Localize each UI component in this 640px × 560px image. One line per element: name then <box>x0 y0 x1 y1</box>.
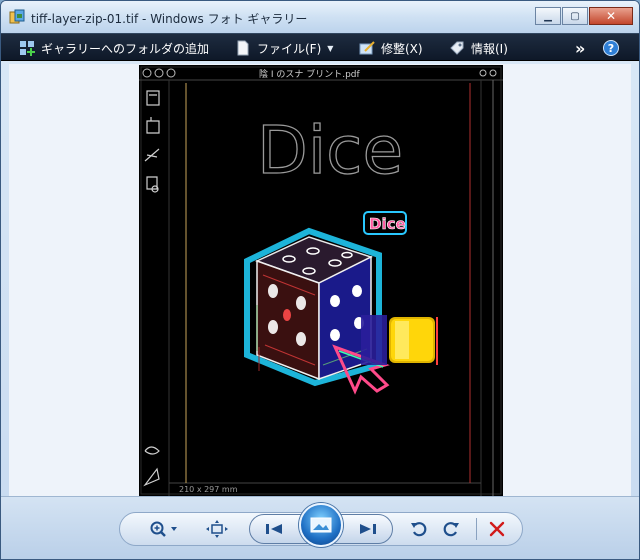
playback-control-bar <box>1 496 639 559</box>
fix-icon <box>359 41 375 55</box>
rotate-right-icon <box>443 522 459 537</box>
slideshow-button[interactable] <box>299 503 343 547</box>
minimize-button[interactable]: ▁ <box>535 7 561 25</box>
next-icon <box>360 524 376 534</box>
maximize-button[interactable]: ▢ <box>562 7 588 25</box>
rotate-left-icon <box>411 522 427 537</box>
zoom-button[interactable] <box>145 515 183 543</box>
delete-button[interactable] <box>483 515 511 543</box>
photo-content: 陰 Ⅰ のスナ ブリント.pdf Dice Dice 210 x 297 mm <box>139 66 503 496</box>
info-label: 情報(I) <box>471 41 508 56</box>
dice-illustration <box>244 227 438 395</box>
window-title: tiff-layer-zip-01.tif - Windows フォト ギャラリ… <box>31 12 308 26</box>
file-menu-button[interactable]: ファイル(F) ▼ <box>235 39 333 57</box>
next-button[interactable] <box>353 517 383 541</box>
zoom-icon <box>150 521 177 537</box>
add-folder-button[interactable]: ギャラリーへのフォルダの追加 <box>19 39 209 57</box>
minimize-icon: ▁ <box>544 10 552 22</box>
tag-icon <box>450 41 464 55</box>
help-button[interactable]: ? <box>603 39 619 57</box>
more-commands-button[interactable]: » <box>575 38 586 58</box>
svg-text:Dice: Dice <box>369 215 406 233</box>
left-tool-icons <box>143 90 160 487</box>
title-bar[interactable]: tiff-layer-zip-01.tif - Windows フォト ギャラリ… <box>1 1 639 33</box>
add-folder-icon <box>20 41 35 56</box>
chevron-down-icon: ▼ <box>327 43 334 53</box>
previous-icon <box>266 524 282 534</box>
close-window-button[interactable]: ✕ <box>589 7 633 25</box>
maximize-icon: ▢ <box>570 10 580 22</box>
delete-icon <box>489 521 505 537</box>
help-icon: ? <box>603 40 619 56</box>
photo-gallery-window: tiff-layer-zip-01.tif - Windows フォト ギャラリ… <box>0 0 640 560</box>
fix-label: 修整(X) <box>381 41 423 56</box>
previous-button[interactable] <box>259 517 289 541</box>
command-toolbar: ギャラリーへのフォルダの追加 ファイル(F) ▼ 修整(X) 情報(I) » ? <box>1 33 639 61</box>
info-button[interactable]: 情報(I) <box>449 39 508 57</box>
document-icon <box>237 40 249 56</box>
photo-gallery-app-icon <box>9 9 25 24</box>
photo-header-text: 陰 Ⅰ のスナ ブリント.pdf <box>259 68 361 80</box>
rotate-counterclockwise-button[interactable] <box>405 515 433 543</box>
toolbar-separator <box>476 518 477 540</box>
more-icon: » <box>575 38 586 58</box>
displayed-photo[interactable]: 陰 Ⅰ のスナ ブリント.pdf Dice Dice 210 x 297 mm <box>139 65 503 496</box>
dice-small-badge: Dice <box>363 211 407 235</box>
fit-window-icon <box>206 520 228 538</box>
add-folder-label: ギャラリーへのフォルダの追加 <box>41 41 210 56</box>
page-size-label: 210 x 297 mm <box>179 485 238 494</box>
rotate-clockwise-button[interactable] <box>437 515 465 543</box>
slideshow-icon <box>310 517 332 533</box>
dice-big-title: Dice <box>257 112 403 189</box>
close-icon: ✕ <box>605 9 617 23</box>
fix-button[interactable]: 修整(X) <box>359 39 423 57</box>
file-menu-label: ファイル(F) <box>257 41 322 56</box>
fit-to-window-button[interactable] <box>203 515 231 543</box>
